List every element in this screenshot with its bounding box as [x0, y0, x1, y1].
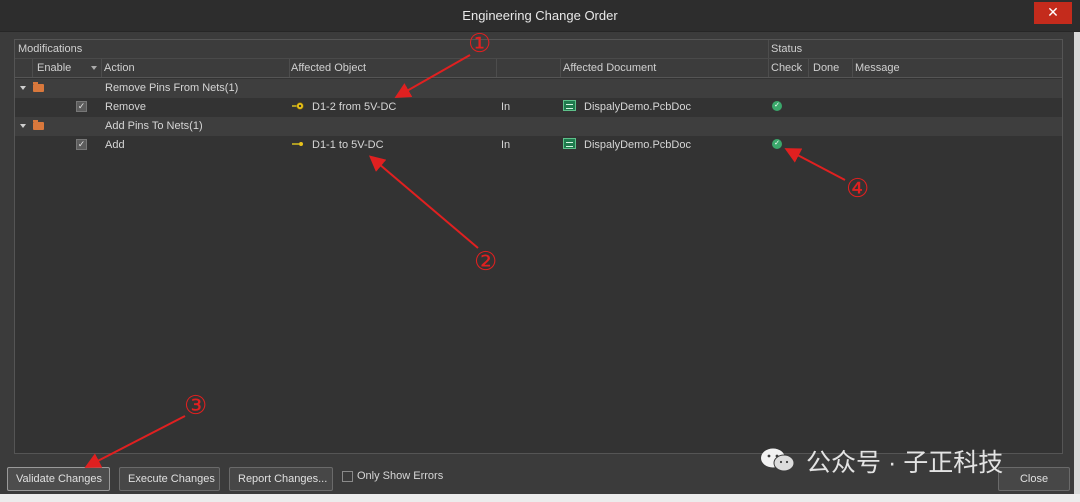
group-row-remove[interactable]: Remove Pins From Nets(1)	[15, 79, 1062, 98]
header-modifications: Modifications	[18, 43, 83, 55]
folder-icon	[33, 82, 44, 92]
background-strip-bottom	[0, 494, 1080, 502]
column-action[interactable]: Action	[104, 62, 135, 74]
column-affected-document[interactable]: Affected Document	[563, 62, 656, 74]
direction-cell: In	[501, 139, 511, 151]
sort-arrow-icon[interactable]	[91, 66, 97, 70]
background-strip	[1074, 32, 1080, 502]
annotation-marker-4: ④	[846, 174, 870, 204]
window-close-button[interactable]: ✕	[1034, 2, 1072, 24]
pcb-doc-icon	[563, 138, 576, 149]
collapse-icon[interactable]	[20, 86, 26, 90]
report-changes-button[interactable]: Report Changes...	[229, 467, 333, 491]
annotation-marker-3: ③	[184, 391, 208, 421]
action-cell: Remove	[105, 101, 146, 113]
column-header-row: Enable Action Affected Object Affected D…	[15, 59, 1062, 78]
group-label: Remove Pins From Nets(1)	[105, 82, 239, 94]
enable-checkbox[interactable]: ✓	[76, 101, 87, 112]
affected-object-cell: D1-1 to 5V-DC	[312, 139, 384, 151]
annotation-marker-1: ①	[468, 29, 492, 59]
column-enable[interactable]: Enable	[37, 62, 71, 74]
annotation-marker-2: ②	[474, 247, 498, 277]
header-status: Status	[771, 43, 803, 55]
only-show-errors-checkbox[interactable]	[342, 471, 353, 482]
affected-object-cell: D1-2 from 5V-DC	[312, 101, 397, 113]
affected-document-cell: DispalyDemo.PcbDoc	[584, 101, 691, 113]
direction-cell: In	[501, 101, 511, 113]
group-header-row: Modifications Status	[15, 40, 1062, 59]
title-bar: Engineering Change Order ✕	[0, 0, 1080, 32]
folder-icon	[33, 120, 44, 130]
group-row-add[interactable]: Add Pins To Nets(1)	[15, 117, 1062, 136]
check-ok-icon: ✓	[772, 139, 782, 149]
column-affected-object[interactable]: Affected Object	[291, 62, 366, 74]
enable-checkbox[interactable]: ✓	[76, 139, 87, 150]
pin-add-icon	[292, 142, 303, 146]
wechat-logo-icon	[761, 448, 795, 472]
execute-changes-button[interactable]: Execute Changes	[119, 467, 220, 491]
only-show-errors-label: Only Show Errors	[357, 470, 444, 482]
collapse-icon[interactable]	[20, 124, 26, 128]
column-check[interactable]: Check	[771, 62, 802, 74]
pcb-doc-icon	[563, 100, 576, 111]
check-ok-icon: ✓	[772, 101, 782, 111]
watermark-text: 公众号 · 子正科技	[806, 449, 1004, 477]
window-title: Engineering Change Order	[462, 8, 618, 23]
pin-remove-icon	[292, 102, 304, 110]
action-cell: Add	[105, 139, 125, 151]
affected-document-cell: DispalyDemo.PcbDoc	[584, 139, 691, 151]
change-row-remove[interactable]: ✓ Remove D1-2 from 5V-DC In DispalyDemo.…	[15, 98, 1062, 117]
validate-changes-button[interactable]: Validate Changes	[7, 467, 110, 491]
group-label: Add Pins To Nets(1)	[105, 120, 203, 132]
column-done[interactable]: Done	[813, 62, 839, 74]
changes-grid: Modifications Status Enable Action Affec…	[14, 39, 1063, 454]
close-button[interactable]: Close	[998, 467, 1070, 491]
column-message[interactable]: Message	[855, 62, 900, 74]
change-row-add[interactable]: ✓ Add D1-1 to 5V-DC In DispalyDemo.PcbDo…	[15, 136, 1062, 155]
